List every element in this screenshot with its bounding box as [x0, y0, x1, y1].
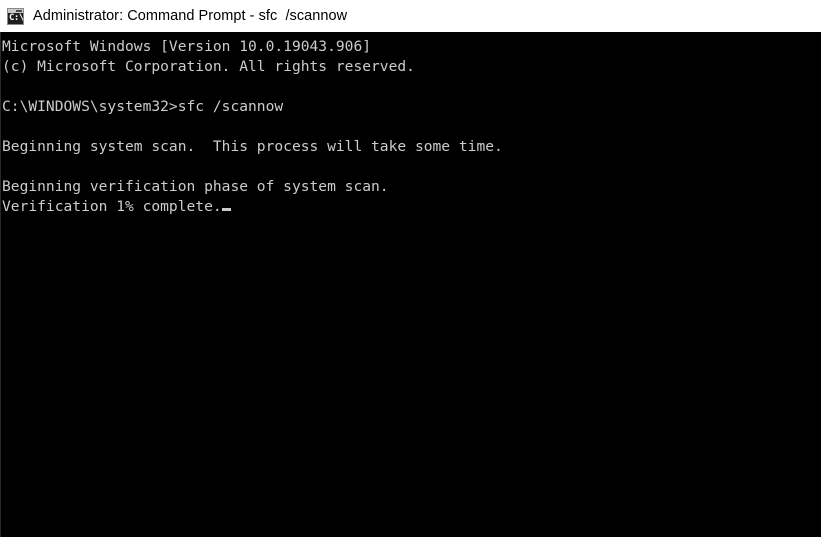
icon-buttons-dots: [16, 9, 22, 12]
console-line: Beginning verification phase of system s…: [2, 178, 389, 195]
console-line-progress-text: Verification 1% complete.: [2, 198, 222, 215]
console-text-buffer: Microsoft Windows [Version 10.0.19043.90…: [1, 32, 821, 217]
command-prompt-window: C:\ Administrator: Command Prompt - sfc …: [0, 0, 821, 537]
icon-prompt-glyph: C:\: [9, 12, 24, 23]
text-cursor: [221, 208, 231, 211]
console-line: (c) Microsoft Corporation. All rights re…: [2, 58, 415, 75]
console-line: Beginning system scan. This process will…: [2, 138, 503, 155]
window-title: Administrator: Command Prompt - sfc /sca…: [33, 8, 348, 24]
title-bar[interactable]: C:\ Administrator: Command Prompt - sfc …: [0, 0, 821, 32]
console-output-area[interactable]: Microsoft Windows [Version 10.0.19043.90…: [0, 32, 821, 537]
console-line-progress: Verification 1% complete.: [2, 197, 821, 217]
console-line: Microsoft Windows [Version 10.0.19043.90…: [2, 38, 372, 55]
command-prompt-icon: C:\: [7, 7, 24, 25]
console-line-command: C:\WINDOWS\system32>sfc /scannow: [2, 98, 284, 115]
